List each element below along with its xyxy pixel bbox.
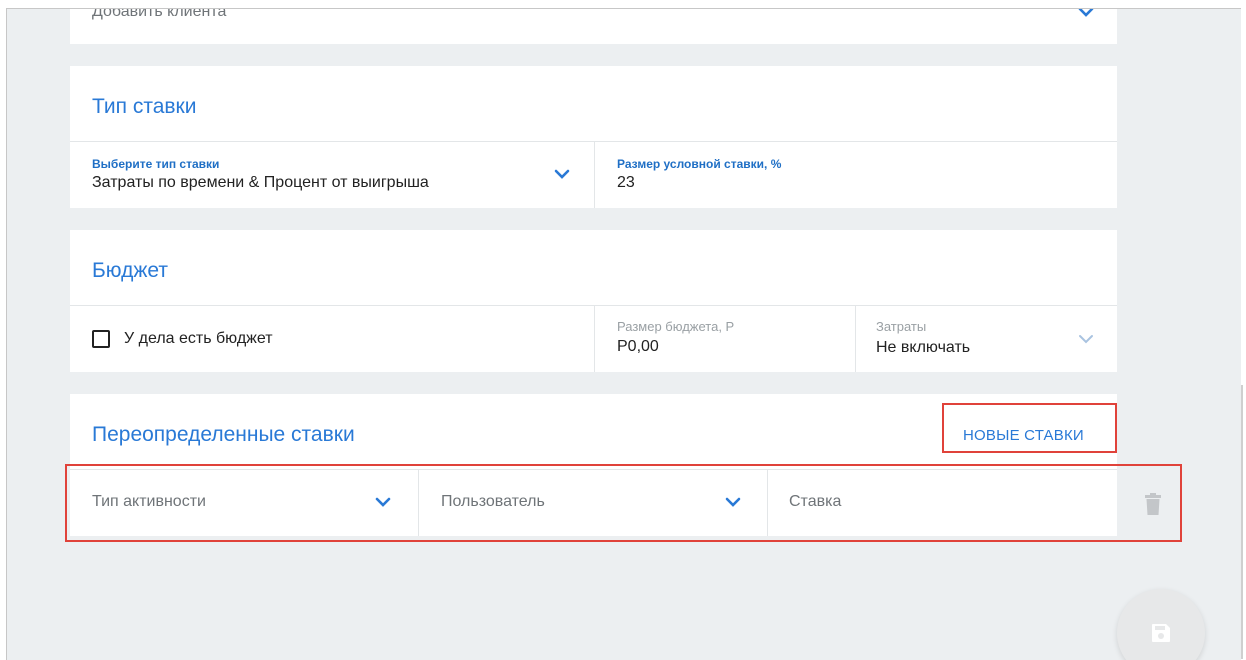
client-select-placeholder[interactable]: Добавить клиента bbox=[92, 9, 226, 21]
rate-type-select-value: Затраты по времени & Процент от выигрыша bbox=[92, 174, 429, 191]
rate-type-heading: Тип ставки bbox=[92, 95, 197, 118]
budget-expenses-select[interactable]: Затраты Не включать bbox=[856, 306, 1117, 372]
contingency-rate-field[interactable]: Размер условной ставки, % 23 bbox=[595, 142, 1117, 208]
rate-type-select-label: Выберите тип ставки bbox=[92, 157, 220, 171]
save-button[interactable] bbox=[1117, 589, 1205, 660]
has-budget-checkbox[interactable] bbox=[92, 330, 110, 348]
has-budget-label: У дела есть бюджет bbox=[124, 330, 273, 347]
rate-type-card: Тип ставки Выберите тип ставки Затраты п… bbox=[70, 66, 1117, 208]
rate-type-select[interactable]: Выберите тип ставки Затраты по времени &… bbox=[70, 142, 594, 208]
chevron-down-icon[interactable] bbox=[1078, 8, 1094, 17]
override-rates-heading: Переопределенные ставки bbox=[92, 423, 355, 446]
scrollbar[interactable] bbox=[1241, 385, 1243, 659]
override-row-highlight bbox=[65, 464, 1182, 542]
budget-card: Бюджет У дела есть бюджет Размер бюджета… bbox=[70, 230, 1117, 372]
contingency-rate-value: 23 bbox=[617, 174, 635, 191]
budget-expenses-label: Затраты bbox=[876, 319, 927, 334]
save-icon bbox=[1152, 624, 1170, 642]
budget-expenses-value: Не включать bbox=[876, 339, 971, 356]
client-card: Добавить клиента bbox=[70, 8, 1117, 44]
chevron-down-icon[interactable] bbox=[1078, 334, 1094, 344]
contingency-rate-label: Размер условной ставки, % bbox=[617, 157, 782, 171]
budget-amount-value: Р0,00 bbox=[617, 338, 659, 355]
new-rates-button[interactable]: НОВЫЕ СТАВКИ bbox=[963, 427, 1084, 444]
content-area: Добавить клиента Тип ставки Выберите тип… bbox=[6, 8, 1241, 660]
budget-heading: Бюджет bbox=[92, 259, 168, 282]
budget-amount-label: Размер бюджета, Р bbox=[617, 319, 735, 334]
budget-amount-field[interactable]: Размер бюджета, Р Р0,00 bbox=[595, 306, 855, 372]
chevron-down-icon[interactable] bbox=[554, 169, 570, 179]
